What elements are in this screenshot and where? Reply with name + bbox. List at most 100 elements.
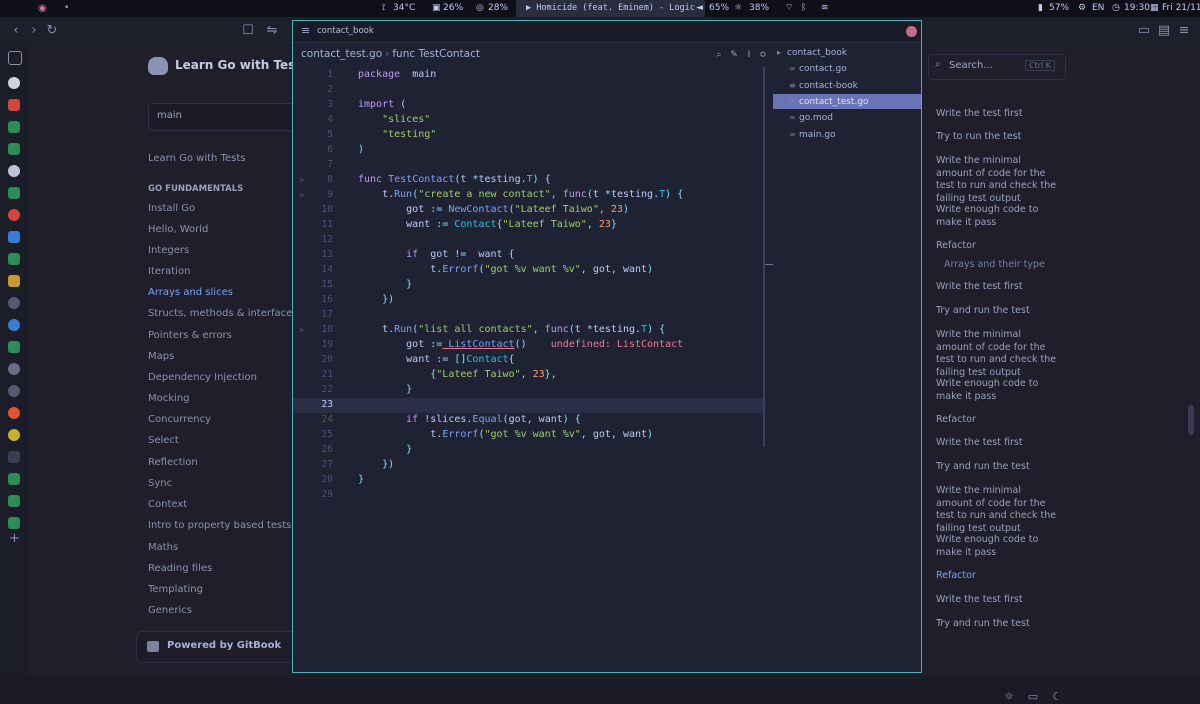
nav-item[interactable]: Iteration [148,266,190,277]
nav-item[interactable]: Reflection [148,457,198,468]
add-panel-icon[interactable]: + [9,531,20,546]
doc-icon[interactable] [8,187,20,199]
toc-item[interactable]: Write the minimal amount of code for the… [936,329,1058,379]
code-line[interactable]: {"Lateef Taiwo", 23}, [358,369,556,380]
toc-item[interactable]: Arrays and their type [944,259,1066,272]
toc-item[interactable]: Try and run the test [936,305,1058,318]
breadcrumb-file[interactable]: contact_test.go [301,48,382,60]
bluetooth-icon[interactable]: ᛒ [801,0,806,17]
code-line[interactable]: ) [358,144,364,155]
nav-item[interactable]: Concurrency [148,414,211,425]
back-icon[interactable]: ‹ [8,23,24,39]
breadcrumb[interactable]: contact_test.go › func TestContact [301,48,480,60]
sheet-icon[interactable] [8,121,20,133]
volume-icon[interactable]: ◄ [696,0,703,17]
os-logo-icon[interactable]: ◉ [38,0,47,17]
tree-file[interactable]: ≡ contact-book [773,78,921,93]
toc-search-input[interactable]: ⌕ Search... Ctrl K [928,54,1066,80]
reload-icon[interactable]: ↻ [44,23,60,39]
code-line[interactable]: } [358,474,364,485]
network-icon[interactable]: ≋ [821,0,829,17]
system-theme-icon[interactable]: ▭ [1026,690,1040,704]
forward-icon[interactable]: › [26,23,42,39]
app-yellow-icon[interactable] [8,275,20,287]
app-circle-icon-2[interactable] [8,385,20,397]
nav-item[interactable]: Intro to property based tests [148,520,291,531]
toc-item[interactable]: Write the minimal amount of code for the… [936,485,1058,535]
doc-icon-4[interactable] [8,473,20,485]
fold-chevron-icon[interactable]: ▷ [300,176,304,184]
app-blue-icon[interactable] [8,319,20,331]
toc-item[interactable]: Write the minimal amount of code for the… [936,155,1058,205]
page-scrollbar[interactable] [1188,405,1194,435]
language-value[interactable]: EN [1092,0,1104,17]
toc-item[interactable]: Refactor [936,240,1058,253]
nav-item[interactable]: Structs, methods & interfaces [148,308,298,319]
nav-item[interactable]: Integers [148,245,189,256]
code-line[interactable]: t.Errorf("got %v want %v", got, want) [358,264,653,275]
github-cat-icon[interactable] [8,165,20,177]
app-red-icon[interactable] [8,99,20,111]
code-line[interactable]: } [358,384,412,395]
nav-item[interactable]: Maps [148,351,174,362]
nav-item[interactable]: Learn Go with Tests [148,153,245,164]
tree-folder[interactable]: ▸ contact_book [773,45,921,60]
nav-item[interactable]: Maths [148,542,178,553]
code-line[interactable]: if !slices.Equal(got, want) { [358,414,581,425]
code-line[interactable]: } [358,279,412,290]
bookmark-icon[interactable]: ☐ [240,23,256,39]
nav-item[interactable]: Hello, World [148,224,208,235]
code-line[interactable]: "slices" [358,114,430,125]
code-line[interactable]: } [358,444,412,455]
tree-file[interactable]: ∞ contact_test.go [773,93,921,109]
star-icon[interactable] [8,209,20,221]
avatar[interactable] [906,26,917,37]
nav-item[interactable]: Generics [148,605,192,616]
sidebar-toggle-icon[interactable]: ▭ [1136,23,1152,39]
gitbook-search-input[interactable]: main [148,103,300,131]
code-actions-icon[interactable]: ✎ [728,49,740,61]
workspace-dot-icon[interactable]: • [64,0,69,17]
doc-icon-5[interactable] [8,495,20,507]
app-gray-icon[interactable] [8,297,20,309]
browser-menu-icon[interactable]: ≡ [1176,23,1192,39]
code-line[interactable]: want := Contact{"Lateef Taiwo", 23} [358,219,617,230]
code-line[interactable]: package main [358,69,436,80]
code-area[interactable]: 1 package main 2 3 import (4 "slices" 5 "test… [293,67,771,671]
toc-item[interactable]: Write the test first [936,594,1058,607]
toc-item[interactable]: Try and run the test [936,461,1058,474]
toc-item[interactable]: Write the test first [936,437,1058,450]
doc-icon-6[interactable] [8,517,20,529]
editor-settings-icon[interactable]: ≎ [757,49,769,61]
nav-item[interactable]: Select [148,435,179,446]
gitbook-logo-icon[interactable] [148,57,168,75]
toc-item[interactable]: Write the test first [936,108,1058,121]
nav-item[interactable]: Sync [148,478,172,489]
reddit-icon[interactable] [8,407,20,419]
code-line[interactable]: }) [358,459,394,470]
code-line[interactable]: got := NewContact("Lateef Taiwo", 23) [358,204,629,215]
inlay-hints-icon[interactable]: I [743,49,755,61]
app-dark-icon[interactable] [8,451,20,463]
code-line[interactable]: if got != want { [358,249,514,260]
toc-item[interactable]: Try to run the test [936,131,1058,144]
code-line-with-diagnostic[interactable]: got := ListContact() undefined: ListCont… [358,339,683,350]
breadcrumb-symbol[interactable]: func TestContact [392,48,480,60]
site-title[interactable]: Learn Go with Tests [175,58,308,72]
tree-file[interactable]: ∞ go.mod [773,110,921,125]
nav-item[interactable]: Mocking [148,393,190,404]
sheet-icon-2[interactable] [8,143,20,155]
nav-item[interactable]: Context [148,499,187,510]
now-playing[interactable]: ▶ Homicide (feat. Eminem) - Logic [516,0,705,17]
fold-chevron-icon[interactable]: ▷ [300,191,304,199]
pane-scrollbar[interactable] [763,67,765,447]
code-line[interactable]: "testing" [358,129,436,140]
doc-icon-3[interactable] [8,341,20,353]
powered-by-gitbook[interactable]: Powered by GitBook [136,631,318,663]
toc-item[interactable]: Write enough code to make it pass [936,534,1058,559]
code-line[interactable]: t.Errorf("got %v want %v", got, want) [358,429,653,440]
dark-theme-icon[interactable]: ☾ [1050,690,1064,704]
fold-chevron-icon[interactable]: ▷ [300,326,304,334]
nav-item[interactable]: Pointers & errors [148,330,232,341]
light-theme-icon[interactable]: ☼ [1002,690,1016,704]
